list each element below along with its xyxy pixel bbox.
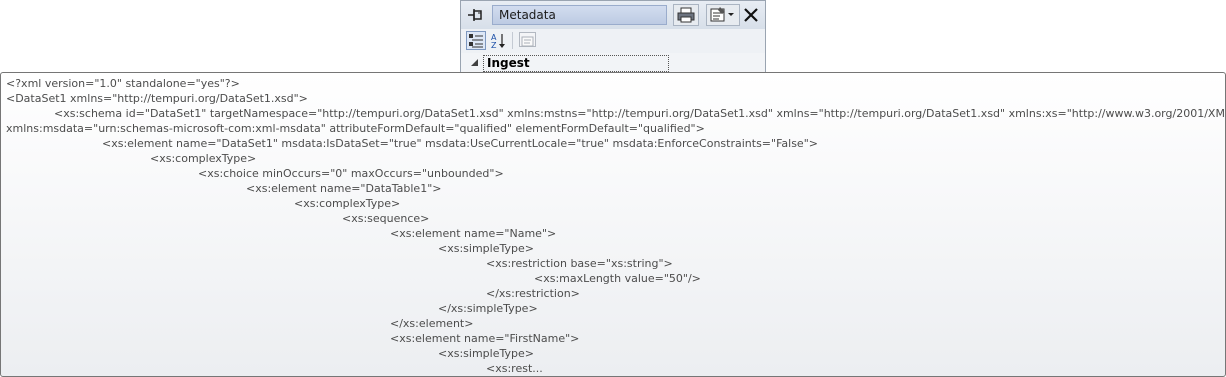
close-button[interactable] [740, 4, 762, 26]
xml-line: <xs:complexType> [150, 152, 257, 165]
toolbar-separator [512, 32, 513, 49]
collapse-triangle-icon[interactable] [471, 59, 479, 67]
alphabetical-button[interactable]: A Z [489, 31, 509, 50]
categorized-view-icon [469, 34, 483, 48]
printer-icon [677, 7, 695, 23]
property-pages-dropdown[interactable] [706, 4, 740, 26]
property-pages-icon [521, 36, 534, 47]
xml-line: <xs:simpleType> [438, 347, 534, 360]
xml-tooltip: <?xml version="1.0" standalone="yes"?> <… [0, 72, 1226, 377]
svg-text:Z: Z [491, 41, 497, 50]
print-button[interactable] [673, 4, 699, 26]
categorized-button[interactable] [466, 31, 486, 50]
xml-line: <xs:sequence> [342, 212, 430, 225]
xml-line: <xs:restriction base="xs:string"> [486, 257, 673, 270]
xml-line: </xs:element> [390, 317, 474, 330]
xml-line: </xs:simpleType> [438, 302, 538, 315]
xml-line: <xs:element name="Name"> [390, 227, 557, 240]
xml-line: <?xml version="1.0" standalone="yes"?> [6, 77, 240, 90]
xml-line: <xs:simpleType> [438, 242, 534, 255]
property-grid-toolbar: A Z [461, 29, 765, 53]
property-pages-dropdown-icon [710, 7, 734, 22]
xml-line: </xs:restriction> [486, 287, 580, 300]
xml-line: <DataSet1 xmlns="http://tempuri.org/Data… [6, 92, 308, 105]
xml-line: <xs:choice minOccurs="0" maxOccurs="unbo… [198, 167, 504, 180]
property-pages-button[interactable] [519, 32, 536, 47]
pin-icon[interactable] [465, 5, 487, 25]
category-label: Ingest [483, 55, 669, 72]
close-icon [744, 8, 758, 22]
xml-line: <xs:rest... [486, 362, 543, 375]
xml-line: xmlns:msdata="urn:schemas-microsoft-com:… [6, 122, 705, 135]
xml-line: <xs:complexType> [294, 197, 401, 210]
xml-line: <xs:maxLength value="50"/> [534, 272, 701, 285]
alphabetical-sort-icon: A Z [491, 33, 505, 50]
panel-title: Metadata [492, 5, 667, 25]
xml-line: <xs:schema id="DataSet1" targetNamespace… [54, 107, 1226, 120]
xml-line: <xs:element name="FirstName"> [390, 332, 580, 345]
properties-panel: Metadata A Z Ingest [460, 0, 766, 82]
xml-line: <xs:element name="DataTable1"> [246, 182, 442, 195]
category-row-ingest[interactable]: Ingest [461, 54, 765, 74]
screen: Metadata A Z Ingest <?xml version="1.0" … [0, 0, 1226, 377]
panel-titlebar: Metadata [461, 1, 765, 30]
xml-line: <xs:element name="DataSet1" msdata:IsDat… [102, 137, 818, 150]
